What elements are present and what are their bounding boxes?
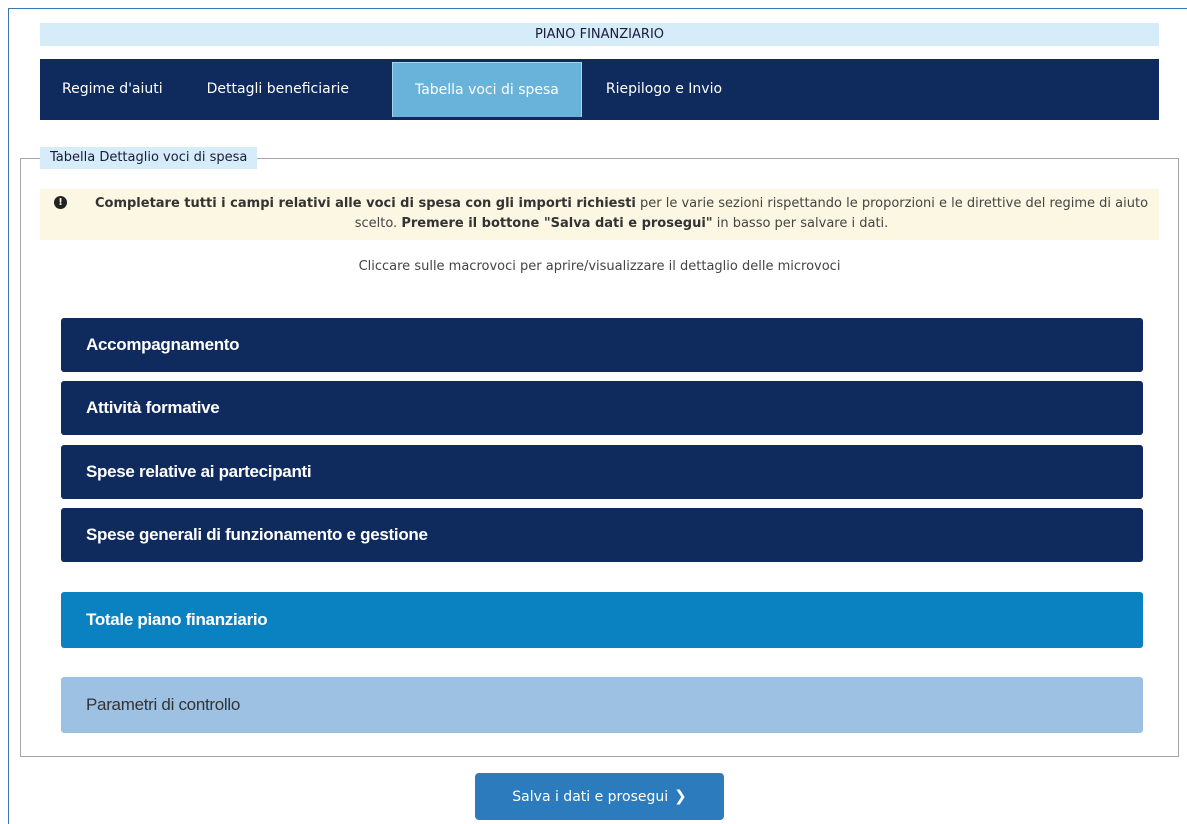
chevron-right-icon: ❯ xyxy=(674,787,687,805)
macrovoce-spese-generali[interactable]: Spese generali di funzionamento e gestio… xyxy=(61,508,1143,562)
parametri-controllo[interactable]: Parametri di controllo xyxy=(61,677,1143,733)
macrovoce-accompagnamento[interactable]: Accompagnamento xyxy=(61,318,1143,372)
save-button-label: Salva i dati e prosegui xyxy=(512,789,669,805)
tab-tabella-voci-spesa[interactable]: Tabella voci di spesa xyxy=(391,62,582,117)
tab-riepilogo-invio[interactable]: Riepilogo e Invio xyxy=(606,62,745,117)
notice-bold-2: Premere il bottone "Salva dati e prosegu… xyxy=(401,216,713,231)
tab-bar: Regime d'aiuti Dettagli beneficiarie Tab… xyxy=(40,59,1159,120)
page-title: PIANO FINANZIARIO xyxy=(40,23,1159,46)
macrovoce-spese-partecipanti[interactable]: Spese relative ai partecipanti xyxy=(61,445,1143,499)
totale-piano-finanziario[interactable]: Totale piano finanziario xyxy=(61,592,1143,648)
notice-bold-1: Completare tutti i campi relativi alle v… xyxy=(94,196,636,211)
tab-dettagli-beneficiarie[interactable]: Dettagli beneficiarie xyxy=(207,62,372,117)
notice-box: ! Completare tutti i campi relativi alle… xyxy=(40,189,1159,240)
tab-regime-aiuti[interactable]: Regime d'aiuti xyxy=(62,62,186,117)
notice-text-2: in basso per salvare i dati. xyxy=(712,216,889,231)
instruction-hint: Cliccare sulle macrovoci per aprire/visu… xyxy=(358,259,841,274)
save-and-continue-button[interactable]: Salva i dati e prosegui ❯ xyxy=(475,773,724,820)
macrovoce-attivita-formative[interactable]: Attività formative xyxy=(61,381,1143,435)
fieldset-legend: Tabella Dettaglio voci di spesa xyxy=(40,147,258,169)
exclamation-circle-icon: ! xyxy=(54,196,67,209)
